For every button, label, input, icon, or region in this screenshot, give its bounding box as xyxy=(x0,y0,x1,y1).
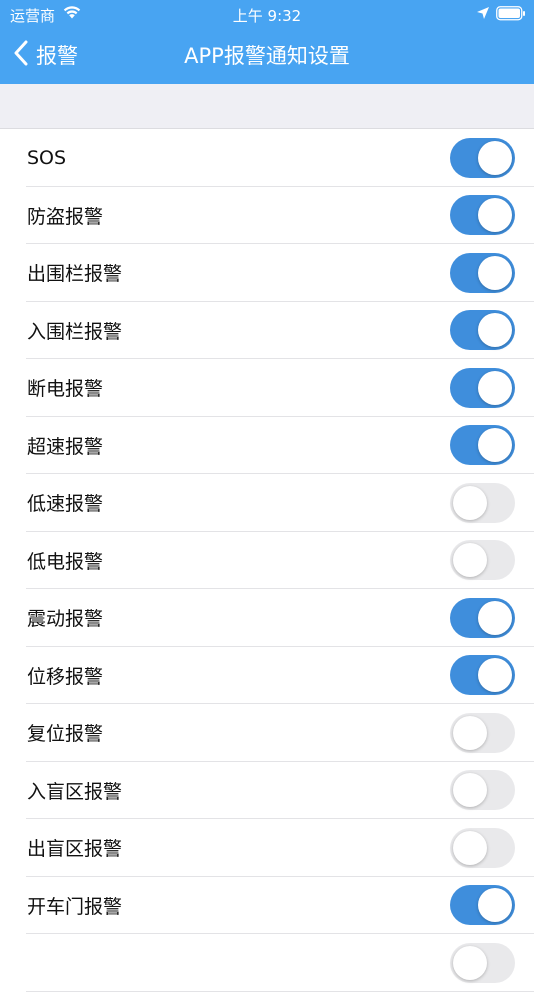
section-spacer xyxy=(0,84,534,129)
toggle-knob xyxy=(453,773,487,808)
alarm-setting-row: 复位报警 xyxy=(0,704,534,762)
status-bar: 运营商 上午 9:32 xyxy=(0,0,534,28)
alarm-toggle-switch[interactable] xyxy=(450,827,515,868)
toggle-knob xyxy=(478,255,512,290)
alarm-toggle-switch[interactable] xyxy=(450,770,515,811)
alarm-setting-row: 开车门报警 xyxy=(0,877,534,935)
toggle-knob xyxy=(453,830,487,865)
alarm-toggle-switch[interactable] xyxy=(450,655,515,696)
alarm-setting-label: 位移报警 xyxy=(27,665,104,688)
alarm-setting-label: 超速报警 xyxy=(27,435,104,458)
navigation-bar: 报警 APP报警通知设置 xyxy=(0,28,534,84)
toggle-knob xyxy=(453,485,487,520)
alarm-setting-row: 低速报警 xyxy=(0,474,534,532)
alarm-setting-label: 入围栏报警 xyxy=(27,320,123,343)
alarm-toggle-switch[interactable] xyxy=(450,597,515,638)
alarm-setting-row: 断电报警 xyxy=(0,359,534,417)
alarm-setting-label: 低速报警 xyxy=(27,493,104,516)
alarm-toggle-switch[interactable] xyxy=(450,367,515,408)
toggle-knob xyxy=(478,140,512,175)
alarm-setting-label: 出盲区报警 xyxy=(27,838,123,861)
alarm-setting-row: 出围栏报警 xyxy=(0,244,534,302)
alarm-setting-row: 防盗报警 xyxy=(0,187,534,245)
alarm-setting-row xyxy=(0,934,534,992)
toggle-knob xyxy=(478,428,512,463)
page-title: APP报警通知设置 xyxy=(184,44,350,68)
alarm-settings-list: SOS 防盗报警出围栏报警入围栏报警断电报警超速报警低速报警低电报警震动报警位移报… xyxy=(0,129,534,992)
alarm-toggle-switch[interactable] xyxy=(450,540,515,581)
alarm-setting-label: 出围栏报警 xyxy=(27,263,123,286)
alarm-setting-row: SOS xyxy=(0,129,534,187)
alarm-toggle-switch[interactable] xyxy=(450,885,515,926)
toggle-knob xyxy=(453,945,487,980)
alarm-toggle-switch[interactable] xyxy=(450,942,515,983)
alarm-toggle-switch[interactable] xyxy=(450,137,515,178)
header: 运营商 上午 9:32 报警 APP报警通知设置 xyxy=(0,0,534,84)
toggle-knob xyxy=(478,198,512,233)
alarm-setting-row: 入围栏报警 xyxy=(0,302,534,360)
alarm-toggle-switch[interactable] xyxy=(450,195,515,236)
alarm-toggle-switch[interactable] xyxy=(450,482,515,523)
toggle-knob xyxy=(478,370,512,405)
alarm-setting-row: 超速报警 xyxy=(0,417,534,475)
alarm-setting-row: 震动报警 xyxy=(0,589,534,647)
alarm-setting-label: 低电报警 xyxy=(27,550,104,573)
toggle-knob xyxy=(478,658,512,693)
status-time: 上午 9:32 xyxy=(232,7,302,25)
toggle-knob xyxy=(453,715,487,750)
alarm-setting-label: 入盲区报警 xyxy=(27,780,123,803)
alarm-setting-row: 低电报警 xyxy=(0,532,534,590)
alarm-toggle-switch[interactable] xyxy=(450,425,515,466)
alarm-setting-label: 防盗报警 xyxy=(27,205,104,228)
alarm-setting-row: 位移报警 xyxy=(0,647,534,705)
alarm-setting-label: 断电报警 xyxy=(27,378,104,401)
alarm-setting-label: 震动报警 xyxy=(27,608,104,631)
alarm-toggle-switch[interactable] xyxy=(450,252,515,293)
alarm-toggle-switch[interactable] xyxy=(450,712,515,753)
alarm-setting-row: 入盲区报警 xyxy=(0,762,534,820)
battery-icon xyxy=(496,6,526,25)
alarm-toggle-switch[interactable] xyxy=(450,310,515,351)
toggle-knob xyxy=(478,313,512,348)
toggle-knob xyxy=(478,888,512,923)
alarm-setting-row: 出盲区报警 xyxy=(0,819,534,877)
alarm-setting-label: 复位报警 xyxy=(27,723,104,746)
toggle-knob xyxy=(478,600,512,635)
alarm-setting-label: 开车门报警 xyxy=(27,895,123,918)
toggle-knob xyxy=(453,543,487,578)
alarm-setting-label: SOS xyxy=(27,146,67,169)
location-arrow-icon xyxy=(476,6,490,24)
